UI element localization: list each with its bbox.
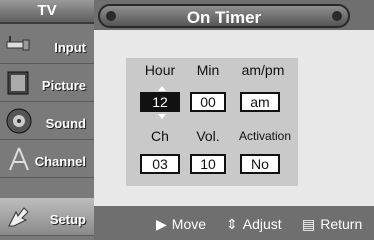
volume-header: Vol.	[196, 128, 220, 144]
move-label: Move	[171, 216, 207, 232]
adjust-arrows-icon: ⇕	[226, 216, 238, 232]
return-label: Return	[320, 216, 363, 232]
picture-icon	[7, 71, 29, 95]
return-icon: ▤	[302, 216, 316, 232]
input-icon	[6, 36, 30, 51]
channel-field[interactable]: 03	[140, 154, 180, 174]
move-hint: ▶ Move	[156, 216, 206, 233]
ampm-field[interactable]: am	[240, 92, 280, 112]
sidebar-item-sound[interactable]: Sound	[0, 102, 94, 140]
setup-icon	[8, 207, 29, 227]
title-right-cap	[332, 11, 342, 21]
return-hint: ▤ Return	[302, 216, 362, 233]
min-header: Min	[196, 62, 220, 78]
help-bar: ▶ Move ⇕ Adjust ▤ Return	[94, 206, 374, 240]
channel-icon	[9, 147, 29, 171]
sidebar-item-setup[interactable]: Setup	[0, 198, 94, 236]
timer-settings-box: Hour Min am/pm 12 00 am Ch Vol. Activati…	[126, 58, 298, 186]
activation-header: Activation	[238, 129, 292, 143]
sidebar: Input Picture Sound Channel Setup	[0, 24, 94, 240]
decrease-arrow-icon[interactable]	[158, 114, 166, 119]
title-left-cap	[106, 11, 116, 21]
sidebar-item-picture[interactable]: Picture	[0, 64, 94, 102]
sound-icon	[6, 108, 32, 134]
minute-field[interactable]: 00	[190, 92, 226, 112]
sidebar-item-input[interactable]: Input	[0, 26, 94, 64]
volume-field[interactable]: 10	[190, 154, 226, 174]
hour-header: Hour	[144, 62, 176, 78]
activation-field[interactable]: No	[240, 154, 280, 174]
sidebar-item-label: Sound	[45, 116, 86, 131]
tv-tab: TV	[0, 0, 94, 24]
tv-osd-screen: TV On Timer Input Picture Sound Channel …	[0, 0, 374, 240]
sidebar-item-label: Channel	[34, 154, 86, 169]
channel-header: Ch	[151, 128, 169, 144]
on-timer-title: On Timer	[98, 4, 350, 28]
page-title: On Timer	[186, 8, 262, 27]
increase-arrow-icon[interactable]	[158, 86, 166, 91]
move-arrow-icon: ▶	[156, 216, 167, 232]
sidebar-item-label: Input	[54, 40, 86, 55]
adjust-hint: ⇕ Adjust	[226, 216, 282, 233]
sidebar-item-label: Picture	[41, 78, 86, 93]
adjust-label: Adjust	[242, 216, 282, 232]
timer-panel: Hour Min am/pm 12 00 am Ch Vol. Activati…	[94, 30, 374, 206]
hour-value: 12	[152, 94, 168, 110]
sidebar-item-channel[interactable]: Channel	[0, 140, 94, 178]
ampm-header: am/pm	[241, 62, 285, 78]
hour-field[interactable]: 12	[140, 86, 180, 119]
sidebar-item-label: Setup	[49, 212, 86, 227]
